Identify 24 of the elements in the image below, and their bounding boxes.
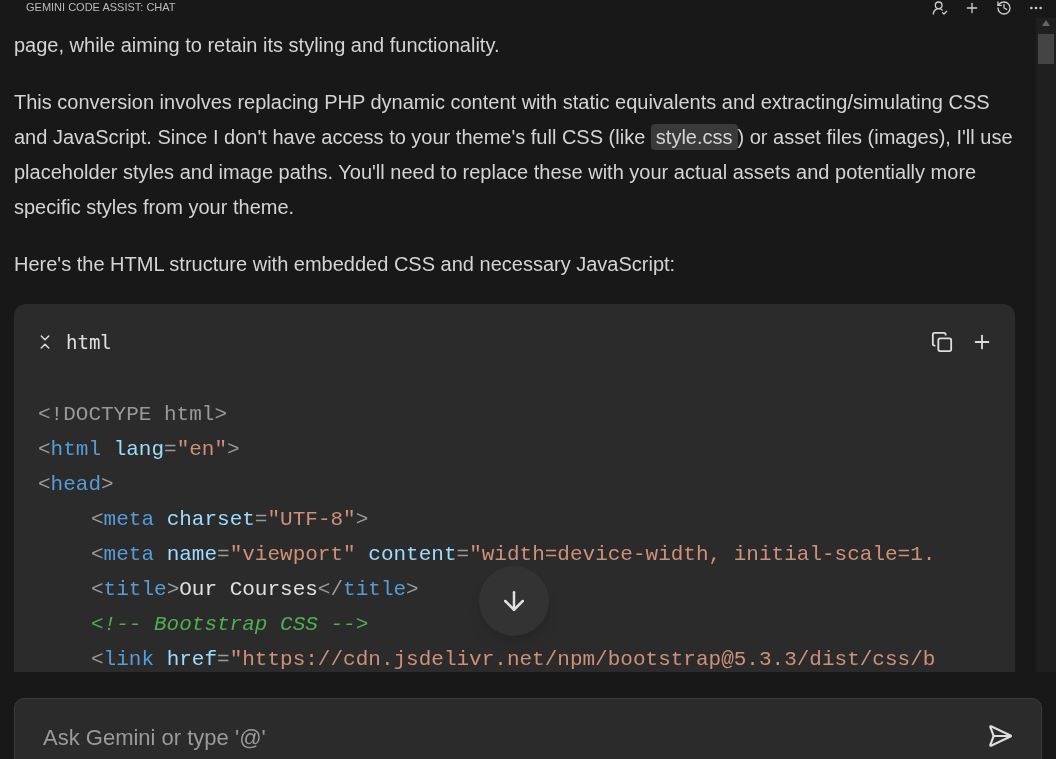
code-line: <meta charset="UTF-8"> — [91, 506, 369, 533]
send-icon[interactable] — [987, 723, 1013, 749]
code-line: <meta name="viewport" content="width=device-width, initial-scale=1. — [91, 541, 936, 568]
code-line: <head> — [38, 471, 114, 498]
new-chat-icon[interactable] — [964, 0, 980, 16]
scrollbar-thumb[interactable] — [1038, 34, 1054, 64]
code-line: <!DOCTYPE html> — [38, 401, 228, 428]
scroll-up-icon[interactable] — [1042, 20, 1050, 26]
panel-title: GEMINI CODE ASSIST: CHAT — [26, 0, 176, 14]
code-line: <link href="https://cdn.jsdelivr.net/npm/bootstrap@5.3.3/dist/css/b — [91, 646, 936, 672]
message-paragraph: This conversion involves replacing PHP dynamic content with static equivalents and extracting/simulating CSS and JavaScript. Since I don't have access to your theme's full CSS (like style.css ) or asset files (images), I'll use placeholder styles and image paths. You'll need to replace these with your actual assets and potentially more specific styles from your theme. — [14, 90, 1014, 220]
chat-input-field[interactable]: Ask Gemini or type '@' — [43, 721, 987, 754]
message-paragraph: Here's the HTML structure with embedded CSS and necessary JavaScript: — [14, 252, 677, 277]
code-line: <!-- Bootstrap CSS --> — [91, 611, 369, 638]
history-icon[interactable] — [996, 0, 1012, 16]
code-line: <html lang="en"> — [38, 436, 240, 463]
inline-code: style.css — [650, 124, 738, 150]
code-line: <title>Our Courses</title> — [91, 576, 419, 603]
chat-input[interactable]: Ask Gemini or type '@' — [14, 698, 1042, 759]
user-check-icon[interactable] — [932, 0, 948, 16]
code-language: html — [66, 330, 112, 355]
scrollbar[interactable] — [1036, 18, 1056, 672]
copy-icon[interactable] — [931, 331, 953, 354]
message-paragraph: page, while aiming to retain its styling and functionality. — [14, 33, 501, 58]
